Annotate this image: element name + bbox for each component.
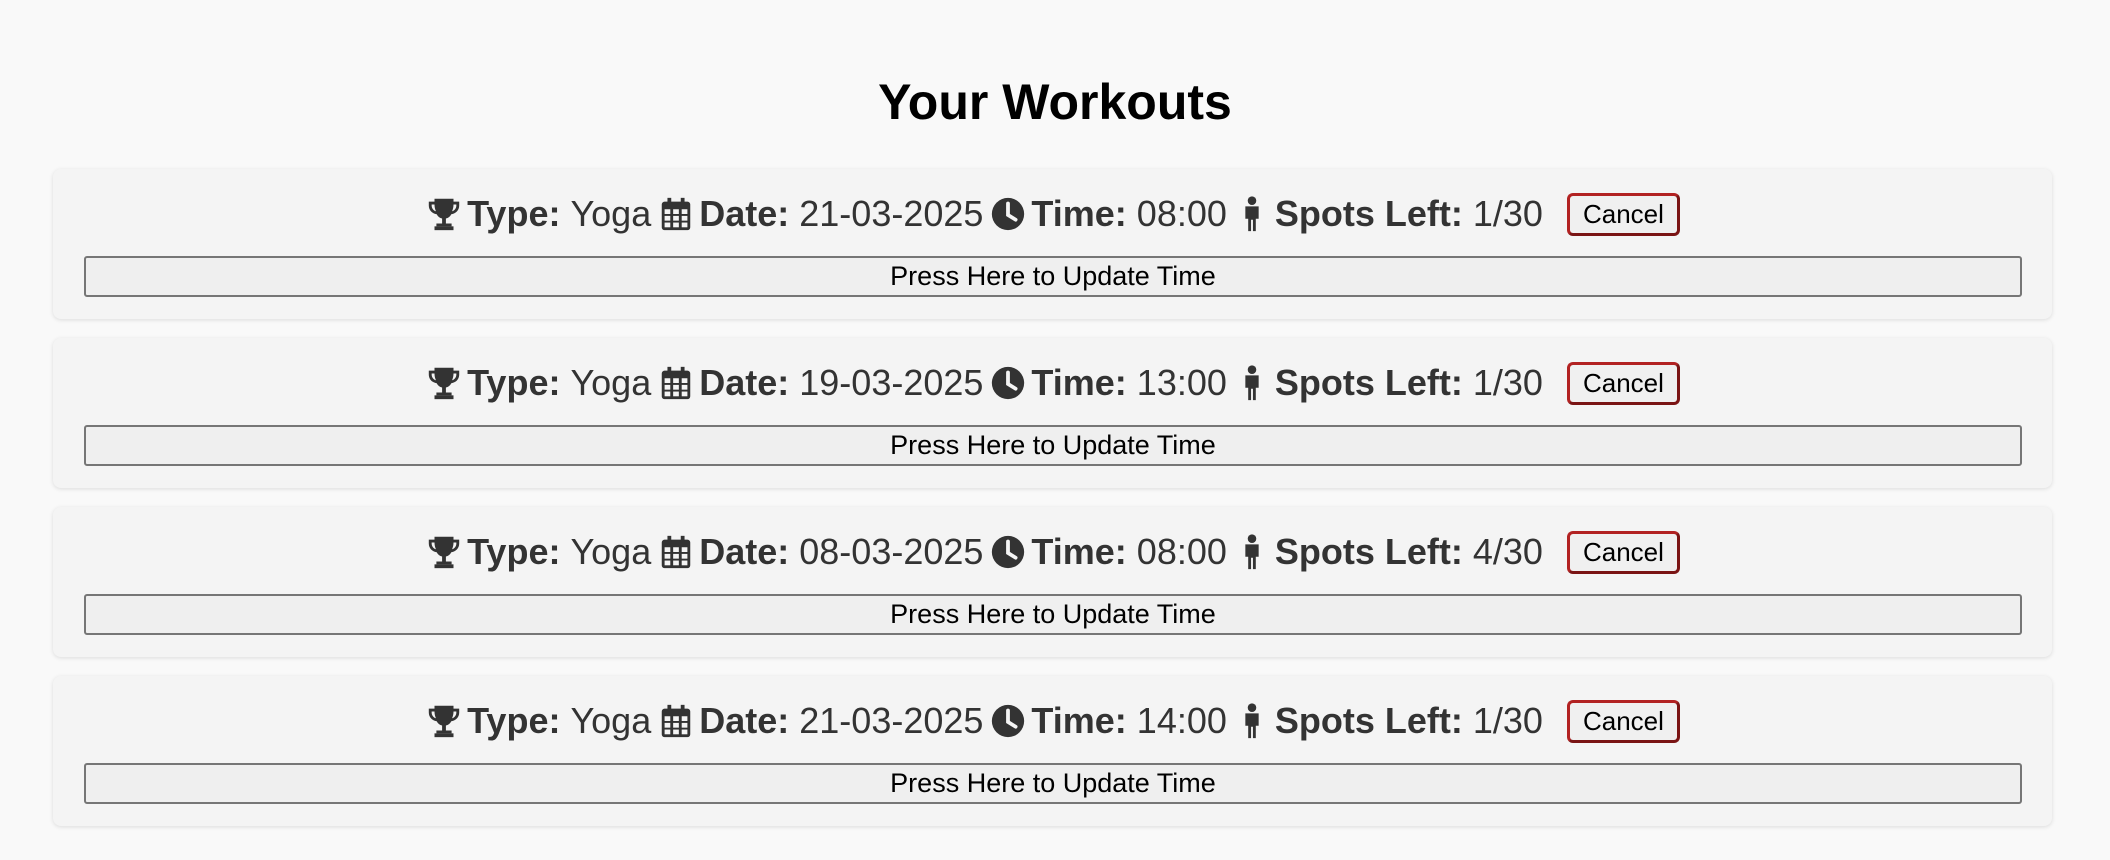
spots-value: 1/30 <box>1472 193 1543 234</box>
workout-card: Type: Yoga Date: 21-03-2025 Time: 08:00 <box>53 169 2052 319</box>
spots-value: 1/30 <box>1472 362 1543 403</box>
trophy-icon <box>425 364 463 402</box>
cancel-button[interactable]: Cancel <box>1566 361 1680 405</box>
cancel-button[interactable]: Cancel <box>1566 192 1680 236</box>
spots-label: Spots Left: <box>1274 531 1463 572</box>
type-label: Type: <box>467 193 561 234</box>
trophy-icon <box>425 533 463 571</box>
date-value: 08-03-2025 <box>799 531 984 572</box>
date-label: Date: <box>699 531 790 572</box>
calendar-icon <box>657 533 695 571</box>
cancel-button[interactable]: Cancel <box>1566 699 1680 743</box>
date-value: 21-03-2025 <box>799 700 984 741</box>
date-label: Date: <box>699 362 790 403</box>
update-time-button[interactable]: Press Here to Update Time <box>84 425 2022 466</box>
date-value: 21-03-2025 <box>799 193 984 234</box>
clock-icon <box>989 702 1027 740</box>
type-label: Type: <box>467 700 561 741</box>
person-icon <box>1233 702 1271 740</box>
clock-icon <box>989 533 1027 571</box>
type-value: Yoga <box>570 531 652 572</box>
person-icon <box>1233 364 1271 402</box>
time-value: 13:00 <box>1136 362 1227 403</box>
page-title: Your Workouts <box>878 74 1232 130</box>
workout-card: Type: Yoga Date: 08-03-2025 Time: 08:00 <box>53 507 2052 657</box>
type-label: Type: <box>467 531 561 572</box>
clock-icon <box>989 195 1027 233</box>
date-value: 19-03-2025 <box>799 362 984 403</box>
calendar-icon <box>657 195 695 233</box>
type-label: Type: <box>467 362 561 403</box>
person-icon <box>1233 195 1271 233</box>
time-value: 08:00 <box>1136 531 1227 572</box>
type-value: Yoga <box>570 362 652 403</box>
spots-value: 4/30 <box>1472 531 1543 572</box>
time-label: Time: <box>1031 362 1127 403</box>
workout-info: Type: Yoga Date: 08-03-2025 Time: 08:00 <box>53 527 2052 577</box>
date-label: Date: <box>699 700 790 741</box>
workout-card: Type: Yoga Date: 21-03-2025 Time: 14:00 <box>53 676 2052 826</box>
update-time-button[interactable]: Press Here to Update Time <box>84 256 2022 297</box>
type-value: Yoga <box>570 700 652 741</box>
spots-label: Spots Left: <box>1274 700 1463 741</box>
calendar-icon <box>657 702 695 740</box>
clock-icon <box>989 364 1027 402</box>
time-value: 08:00 <box>1136 193 1227 234</box>
spots-value: 1/30 <box>1472 700 1543 741</box>
time-label: Time: <box>1031 700 1127 741</box>
workout-info: Type: Yoga Date: 21-03-2025 Time: 14:00 <box>53 696 2052 746</box>
calendar-icon <box>657 364 695 402</box>
time-value: 14:00 <box>1136 700 1227 741</box>
time-label: Time: <box>1031 531 1127 572</box>
trophy-icon <box>425 195 463 233</box>
person-icon <box>1233 533 1271 571</box>
time-label: Time: <box>1031 193 1127 234</box>
workout-info: Type: Yoga Date: 19-03-2025 Time: 13:00 <box>53 358 2052 408</box>
update-time-button[interactable]: Press Here to Update Time <box>84 763 2022 804</box>
update-time-button[interactable]: Press Here to Update Time <box>84 594 2022 635</box>
workout-info: Type: Yoga Date: 21-03-2025 Time: 08:00 <box>53 189 2052 239</box>
type-value: Yoga <box>570 193 652 234</box>
workout-card: Type: Yoga Date: 19-03-2025 Time: 13:00 <box>53 338 2052 488</box>
date-label: Date: <box>699 193 790 234</box>
spots-label: Spots Left: <box>1274 362 1463 403</box>
spots-label: Spots Left: <box>1274 193 1463 234</box>
workout-list: Type: Yoga Date: 21-03-2025 Time: 08:00 <box>53 169 2052 845</box>
trophy-icon <box>425 702 463 740</box>
cancel-button[interactable]: Cancel <box>1566 530 1680 574</box>
